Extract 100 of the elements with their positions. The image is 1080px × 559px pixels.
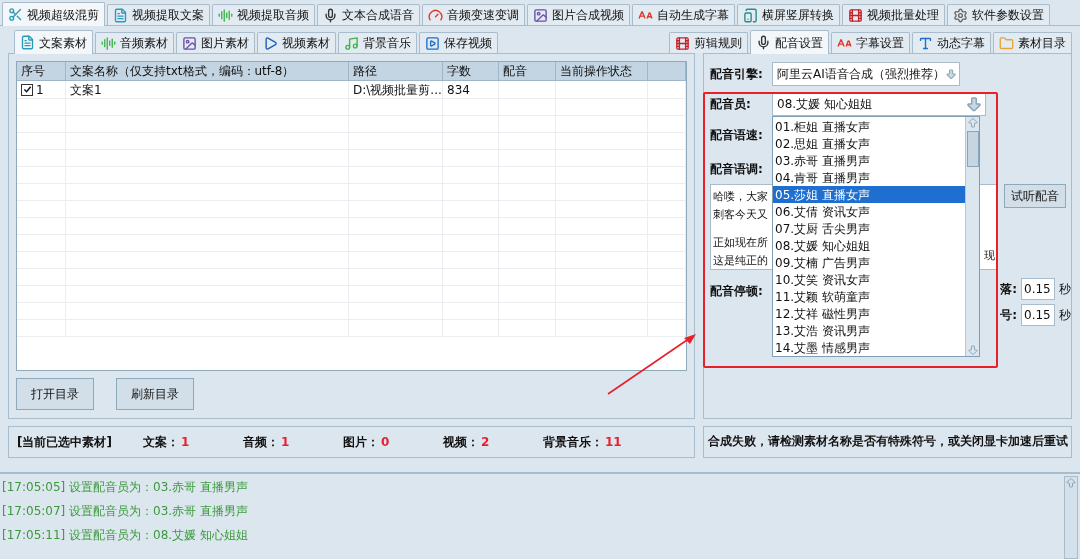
document-icon xyxy=(20,35,35,50)
text-icon xyxy=(918,35,933,51)
scrollbar[interactable] xyxy=(965,117,979,356)
dropdown-arrow-icon xyxy=(965,95,983,113)
scroll-up-icon xyxy=(1065,477,1077,489)
tab[interactable]: 视频超级混剪 xyxy=(2,2,105,26)
settings-icon xyxy=(953,7,968,23)
tab[interactable]: 动态字幕 xyxy=(912,32,991,53)
tab[interactable]: 配音设置 xyxy=(750,30,829,54)
tab[interactable]: 视频提取文案 xyxy=(107,4,210,25)
voice-option[interactable]: 12.艾祥 磁性男声 xyxy=(773,305,965,322)
picture-icon xyxy=(182,35,197,51)
document-icon xyxy=(113,7,128,23)
field-label: 号: xyxy=(1000,307,1017,324)
directory-button[interactable]: 刷新目录 xyxy=(116,378,194,410)
microphone-icon xyxy=(323,7,338,23)
unit-label: 秒 xyxy=(1059,281,1071,298)
tab[interactable]: 软件参数设置 xyxy=(947,4,1050,25)
text-line: 这是纯正的 xyxy=(713,253,768,269)
voice-option[interactable]: 04.肯哥 直播男声 xyxy=(773,169,965,186)
column-header[interactable]: 路径 xyxy=(353,62,377,80)
text-line: 刺客今天又 xyxy=(713,207,768,223)
voice-option[interactable]: 13.艾浩 资讯男声 xyxy=(773,322,965,339)
directory-button[interactable]: 打开目录 xyxy=(16,378,94,410)
count-value: 0 xyxy=(381,434,390,451)
count-value: 2 xyxy=(481,434,490,451)
count-label: 视频： xyxy=(443,434,479,451)
picture-icon xyxy=(533,7,548,23)
sound-wave-icon xyxy=(101,35,116,51)
voice-option[interactable]: 08.艾媛 知心姐姐 xyxy=(773,237,965,254)
film-icon xyxy=(675,35,690,51)
tab[interactable]: 音频素材 xyxy=(95,32,174,53)
voice-option[interactable]: 10.艾笑 资讯女声 xyxy=(773,271,965,288)
tab[interactable]: 剪辑规则 xyxy=(669,32,748,53)
field-label: 落: xyxy=(1000,281,1017,298)
pause-input[interactable]: 0.15 xyxy=(1021,278,1055,300)
column-header[interactable]: 序号 xyxy=(21,62,45,80)
tab[interactable]: 视频提取音频 xyxy=(212,4,315,25)
voice-option[interactable]: 07.艾厨 舌尖男声 xyxy=(773,220,965,237)
table-cell-text: 1 xyxy=(36,81,44,99)
text-line: 正如现在所 xyxy=(713,235,768,251)
column-header[interactable]: 字数 xyxy=(447,62,471,80)
film-icon xyxy=(848,7,863,23)
column-header[interactable]: 文案名称（仅支持txt格式，编码：utf-8） xyxy=(70,62,295,80)
count-label: 文案： xyxy=(143,434,179,451)
count-value: 1 xyxy=(181,434,190,451)
field-label: 配音语速: xyxy=(710,127,763,144)
tab[interactable]: 文本合成语音 xyxy=(317,4,420,25)
count-value: 11 xyxy=(605,434,622,451)
pause-input[interactable]: 0.15 xyxy=(1021,304,1055,326)
count-label: 图片： xyxy=(343,434,379,451)
table-cell-text: D:\视频批量剪... xyxy=(353,81,442,99)
microphone-icon xyxy=(756,35,771,50)
tab[interactable]: 素材目录 xyxy=(993,32,1072,53)
tab[interactable]: 横屏竖屏转换 xyxy=(737,4,840,25)
status-title: [当前已选中素材] xyxy=(17,434,113,451)
tab[interactable]: 字幕设置 xyxy=(831,32,910,53)
tab[interactable]: 图片合成视频 xyxy=(527,4,630,25)
field-label: 配音停顿: xyxy=(710,283,763,300)
gauge-icon xyxy=(428,7,443,23)
count-label: 背景音乐： xyxy=(543,434,603,451)
scissors-icon xyxy=(8,7,23,22)
tab[interactable]: 视频素材 xyxy=(257,32,336,53)
log-entry: [17:05:11] 设置配音员为：08.艾媛 知心姐姐 xyxy=(2,527,248,544)
log-entry: [17:05:05] 设置配音员为：03.赤哥 直播男声 xyxy=(2,479,248,496)
engine-dropdown[interactable]: 阿里云AI语音合成（强烈推荐） xyxy=(772,62,960,86)
voice-option[interactable]: 03.赤哥 直播男声 xyxy=(773,152,965,169)
text-line: 哈喽，大家 xyxy=(713,189,768,205)
scroll-thumb[interactable] xyxy=(966,131,979,167)
voice-option[interactable]: 11.艾颖 软萌童声 xyxy=(773,288,965,305)
play-icon xyxy=(425,35,440,51)
voice-dropdown[interactable]: 08.艾媛 知心姐姐 xyxy=(772,92,986,116)
play-icon xyxy=(263,35,278,51)
table-cell-text: 文案1 xyxy=(70,81,102,99)
voice-option[interactable]: 05.莎姐 直播女声 xyxy=(773,186,965,203)
voice-option[interactable]: 01.柜姐 直播女声 xyxy=(773,118,965,135)
sound-wave-icon xyxy=(218,7,233,23)
tab[interactable]: 背景音乐 xyxy=(338,32,417,53)
count-value: 1 xyxy=(281,434,290,451)
voice-option[interactable]: 06.艾倩 资讯女声 xyxy=(773,203,965,220)
preview-button[interactable]: 试听配音 xyxy=(1004,184,1066,208)
field-label: 配音语调: xyxy=(710,161,763,178)
tab[interactable]: 文案素材 xyxy=(14,30,93,54)
field-label: 配音员: xyxy=(710,96,752,113)
tab[interactable]: 音频变速变调 xyxy=(422,4,525,25)
tab[interactable]: 图片素材 xyxy=(176,32,255,53)
voice-option[interactable]: 02.思姐 直播女声 xyxy=(773,135,965,152)
column-header[interactable]: 配音 xyxy=(503,62,527,80)
row-checkbox[interactable] xyxy=(21,83,33,96)
log-entry: [17:05:07] 设置配音员为：03.赤哥 直播男声 xyxy=(2,503,248,520)
folder-icon xyxy=(999,35,1014,51)
voice-option[interactable]: 09.艾楠 广告男声 xyxy=(773,254,965,271)
log-scrollbar[interactable] xyxy=(1064,476,1078,559)
column-header[interactable]: 当前操作状态 xyxy=(560,62,632,80)
tab[interactable]: 视频批量处理 xyxy=(842,4,945,25)
tab[interactable]: 自动生成字幕 xyxy=(632,4,735,25)
field-label: 配音引擎: xyxy=(710,66,764,83)
voice-option[interactable]: 14.艾墨 情感男声 xyxy=(773,339,965,356)
tab[interactable]: 保存视频 xyxy=(419,32,498,53)
text-fragment: 现 xyxy=(984,248,995,264)
